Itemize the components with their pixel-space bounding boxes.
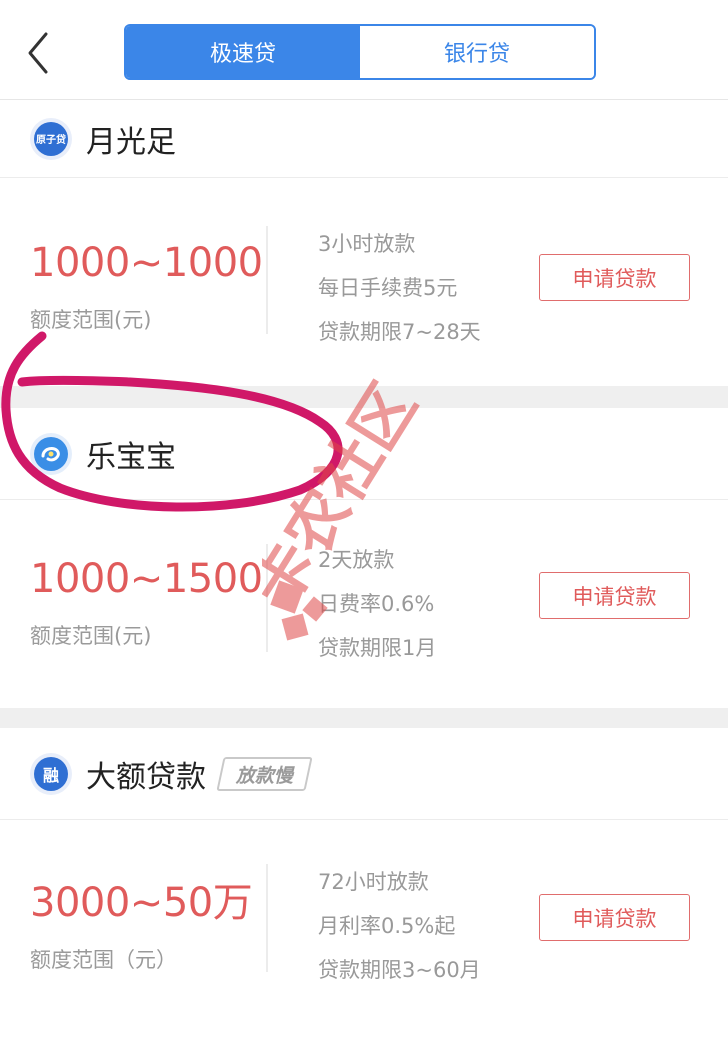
back-button[interactable] <box>20 28 60 78</box>
amount-range: 1000~1500 <box>30 556 263 602</box>
product-logo: 融 <box>30 752 72 795</box>
product-logo <box>30 432 72 475</box>
tab-bank-loan[interactable]: 银行贷 <box>360 26 594 78</box>
product-body[interactable]: 1000~1500 额度范围(元) 2天放款 日费率0.6% 贷款期限1月 申请… <box>0 500 728 708</box>
product-name: 乐宝宝 <box>86 439 176 475</box>
apply-loan-button[interactable]: 申请贷款 <box>539 894 690 941</box>
product-name: 大额贷款 <box>86 759 206 795</box>
back-arrow-icon <box>28 32 48 74</box>
product-name: 月光足 <box>86 124 176 160</box>
product-body[interactable]: 1000~1000 额度范围(元) 3小时放款 每日手续费5元 贷款期限7~28… <box>0 178 728 386</box>
product-card: 融 大额贷款 放款慢 3000~50万 额度范围（元） 72小时放款 月利率0.… <box>0 728 728 1042</box>
top-bar: 极速贷 银行贷 <box>0 0 728 100</box>
lebaobao-logo-icon <box>34 436 68 471</box>
product-card: 乐宝宝 1000~1500 额度范围(元) 2天放款 日费率0.6% 贷款期限1… <box>0 408 728 708</box>
tab-fast-loan[interactable]: 极速贷 <box>126 26 360 78</box>
amount-range-label: 额度范围（元） <box>30 948 177 972</box>
product-header: 融 大额贷款 放款慢 <box>0 728 728 820</box>
vertical-divider <box>266 544 268 652</box>
yuanzidai-logo-icon: 原子贷 <box>34 121 68 156</box>
disbursement-time: 2天放款 <box>318 548 395 572</box>
product-header: 原子贷 月光足 <box>0 100 728 178</box>
loan-type-tabs: 极速贷 银行贷 <box>124 24 596 80</box>
product-body[interactable]: 3000~50万 额度范围（元） 72小时放款 月利率0.5%起 贷款期限3~6… <box>0 820 728 1042</box>
product-header: 乐宝宝 <box>0 408 728 500</box>
amount-range-label: 额度范围(元) <box>30 308 152 332</box>
swirl-icon <box>41 446 60 461</box>
rong-logo-icon: 融 <box>34 756 68 791</box>
apply-loan-button[interactable]: 申请贷款 <box>539 254 690 301</box>
amount-range: 1000~1000 <box>30 240 263 286</box>
fee-rate: 日费率0.6% <box>318 592 435 616</box>
amount-range-label: 额度范围(元) <box>30 624 152 648</box>
apply-loan-button[interactable]: 申请贷款 <box>539 572 690 619</box>
fee-rate: 每日手续费5元 <box>318 276 458 300</box>
product-logo: 原子贷 <box>30 117 72 160</box>
amount-range: 3000~50万 <box>30 880 253 926</box>
vertical-divider <box>266 864 268 972</box>
loan-term: 贷款期限7~28天 <box>318 320 481 344</box>
vertical-divider <box>266 226 268 334</box>
interest-rate: 月利率0.5%起 <box>318 914 456 938</box>
product-card: 原子贷 月光足 1000~1000 额度范围(元) 3小时放款 每日手续费5元 … <box>0 100 728 386</box>
loan-term: 贷款期限1月 <box>318 636 437 660</box>
disbursement-time: 72小时放款 <box>318 870 429 894</box>
loan-term: 贷款期限3~60月 <box>318 958 481 982</box>
disbursement-time: 3小时放款 <box>318 232 416 256</box>
slow-disbursement-badge: 放款慢 <box>216 756 313 791</box>
